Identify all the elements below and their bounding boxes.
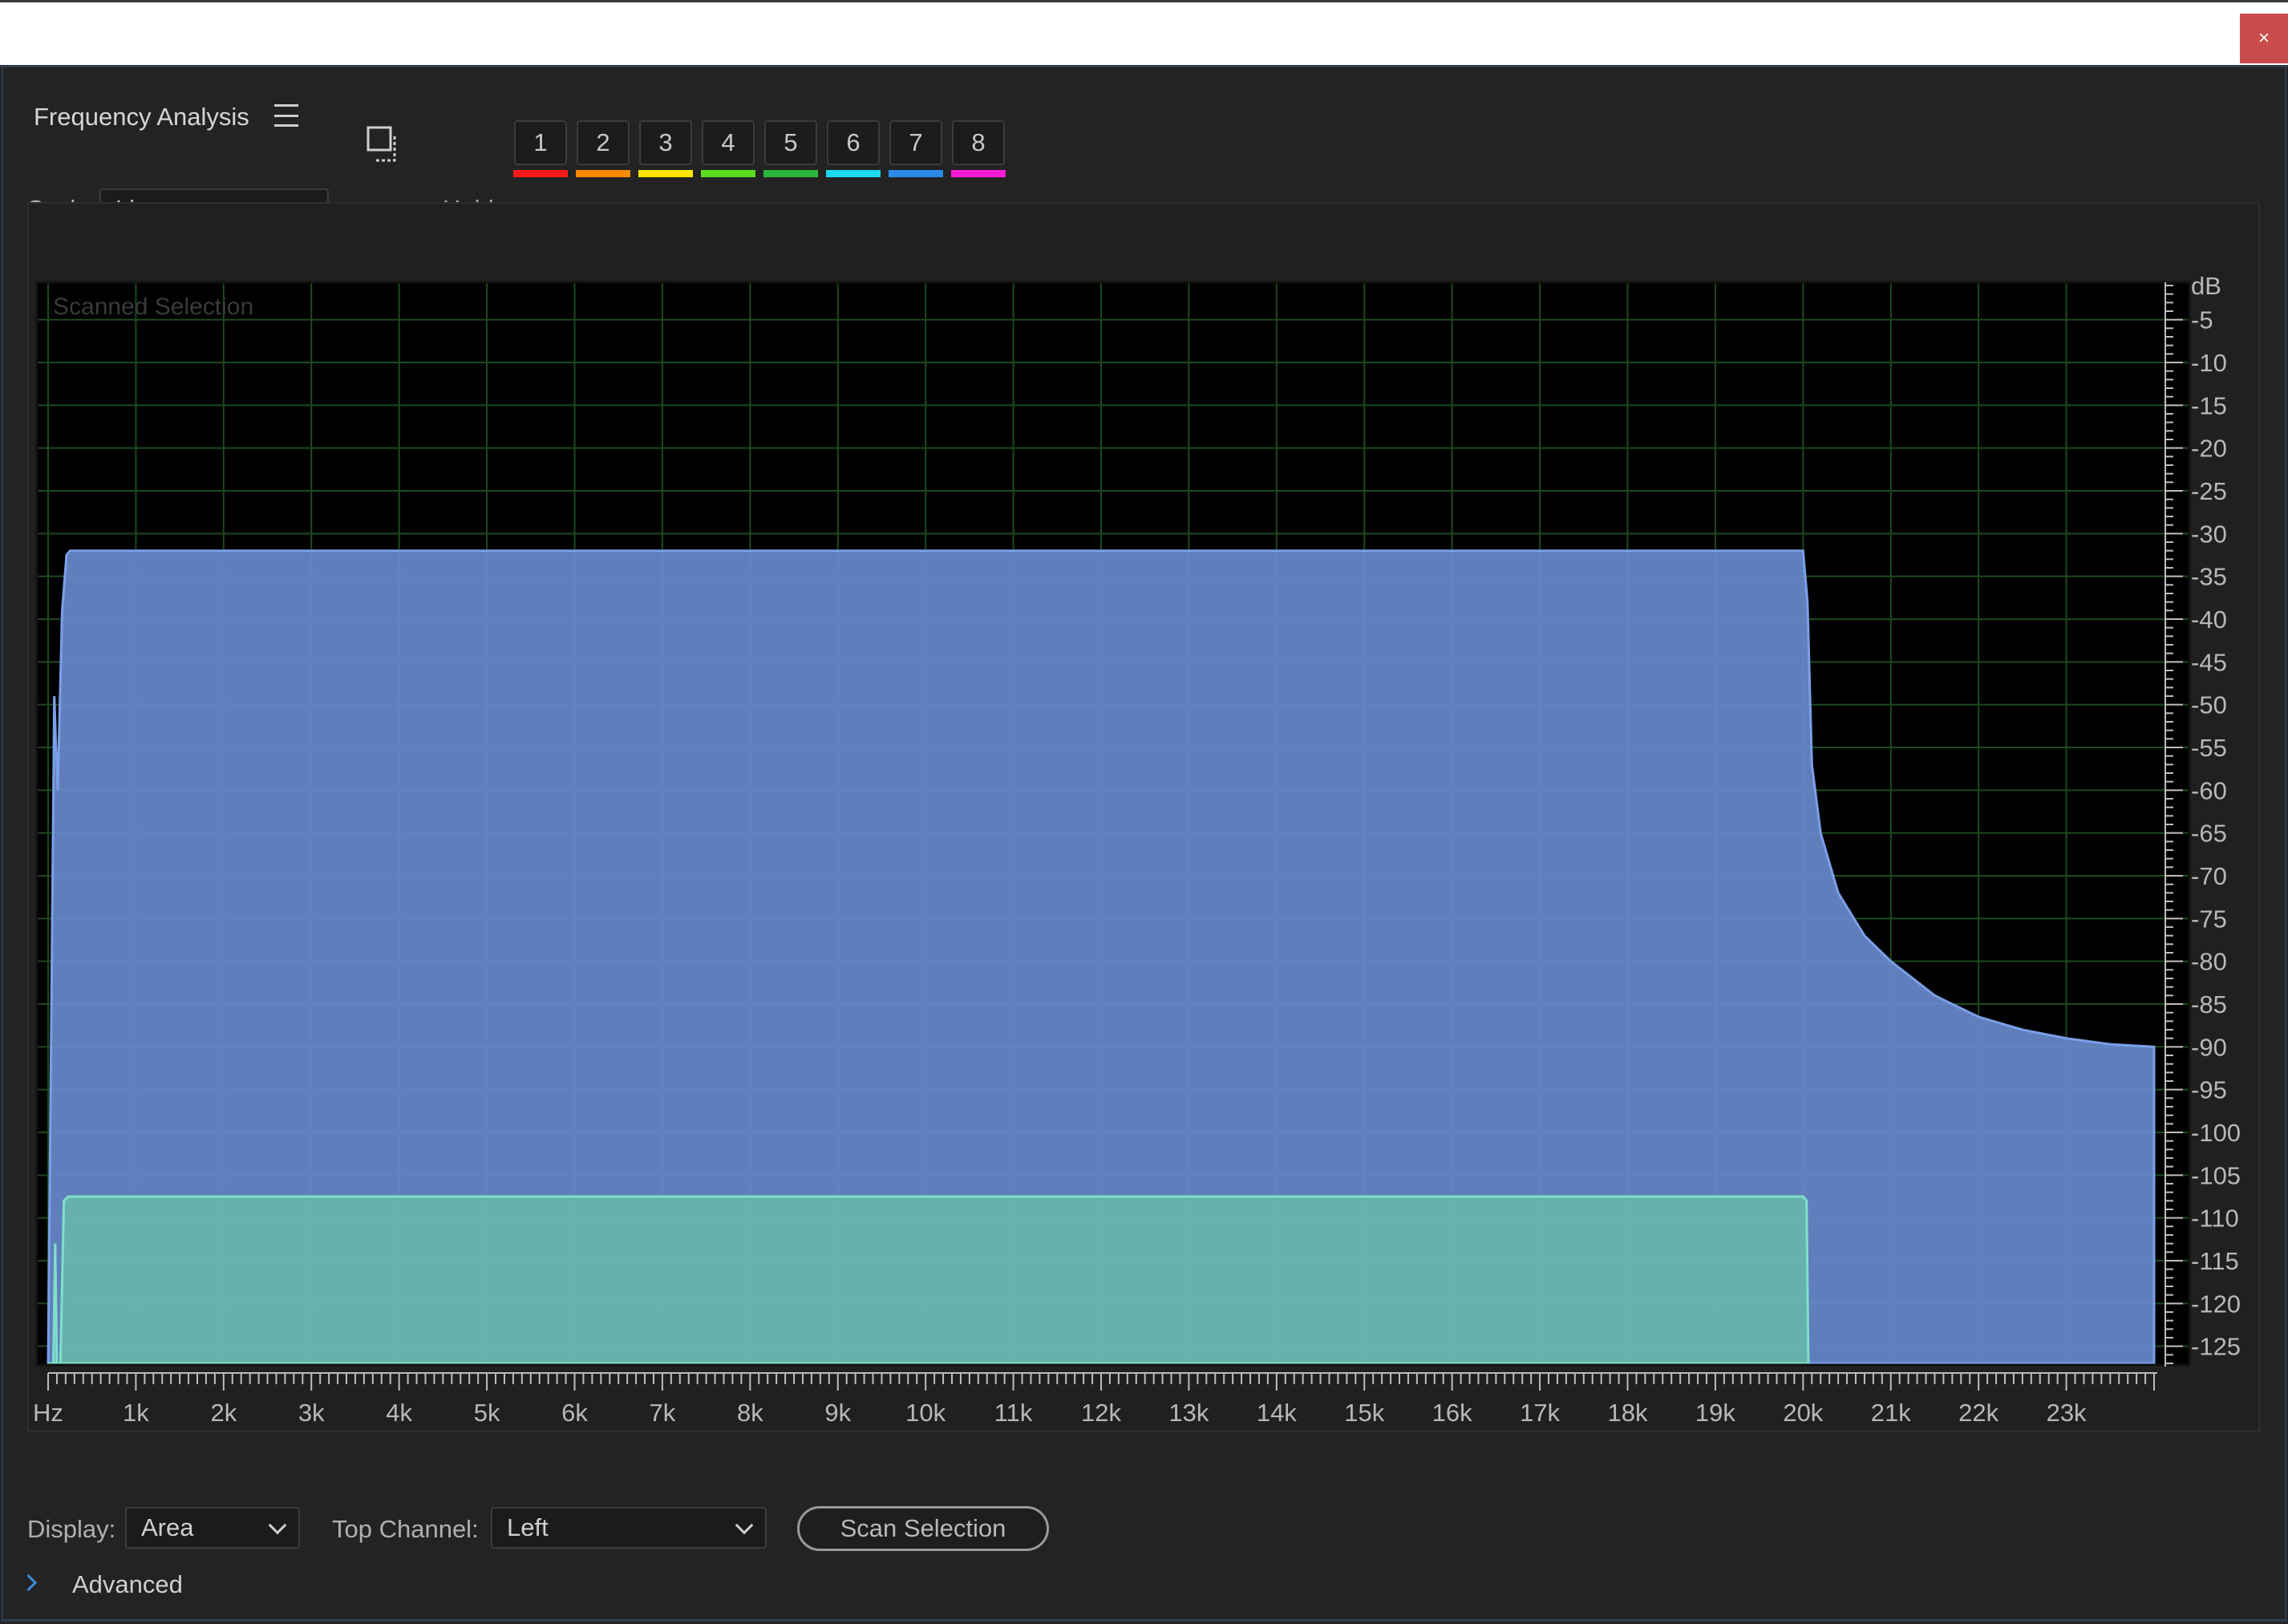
y-tick-label: -70 — [2191, 862, 2227, 890]
x-tick-label: 14k — [1257, 1399, 1297, 1427]
top-channel-dropdown-value: Left — [507, 1513, 549, 1541]
x-tick-label: 6k — [561, 1399, 588, 1427]
y-tick-label: -100 — [2191, 1119, 2241, 1147]
y-tick-label: -105 — [2191, 1161, 2241, 1189]
scanned-selection-label: Scanned Selection — [53, 294, 253, 320]
x-tick-label: 2k — [210, 1399, 237, 1427]
y-tick-label: -55 — [2191, 734, 2227, 762]
display-label: Display: — [27, 1515, 116, 1543]
y-tick-label: -10 — [2191, 349, 2227, 377]
y-tick-label: -25 — [2191, 477, 2227, 505]
x-tick-label: 10k — [905, 1399, 946, 1427]
y-tick-label: -30 — [2191, 520, 2227, 548]
scan-selection-button[interactable]: Scan Selection — [797, 1506, 1049, 1551]
x-tick-label: 16k — [1432, 1399, 1472, 1427]
x-tick-label: 12k — [1081, 1399, 1121, 1427]
x-tick-label: 5k — [474, 1399, 500, 1427]
y-tick-label: -45 — [2191, 648, 2227, 676]
display-dropdown-value: Area — [141, 1513, 194, 1541]
chevron-down-icon — [735, 1516, 754, 1535]
x-tick-label: 11k — [994, 1399, 1033, 1427]
x-tick-label: 4k — [386, 1399, 412, 1427]
x-tick-label: 23k — [2047, 1399, 2087, 1427]
x-tick-label: 22k — [1958, 1399, 1998, 1427]
x-tick-label: 13k — [1168, 1399, 1209, 1427]
x-tick-label: 1k — [123, 1399, 149, 1427]
x-tick-label: 21k — [1871, 1399, 1911, 1427]
y-tick-label: -65 — [2191, 820, 2227, 848]
y-tick-label: -110 — [2191, 1205, 2239, 1233]
y-tick-label: -15 — [2191, 391, 2227, 419]
y-tick-label: -40 — [2191, 605, 2227, 634]
x-tick-label: 7k — [650, 1399, 676, 1427]
y-tick-label: dB — [2191, 272, 2221, 300]
x-tick-label: 3k — [298, 1399, 325, 1427]
y-tick-label: -80 — [2191, 948, 2227, 976]
x-tick-label: 17k — [1520, 1399, 1560, 1427]
y-tick-label: -60 — [2191, 776, 2227, 804]
y-tick-label: -120 — [2191, 1290, 2241, 1318]
y-tick-label: -115 — [2191, 1247, 2239, 1275]
display-dropdown[interactable]: Area — [125, 1507, 300, 1549]
x-tick-label: Hz — [33, 1399, 63, 1427]
y-tick-label: -75 — [2191, 905, 2227, 933]
x-tick-label: 15k — [1344, 1399, 1384, 1427]
top-channel-label: Top Channel: — [332, 1515, 479, 1543]
y-tick-label: -90 — [2191, 1033, 2227, 1061]
x-tick-label: 9k — [824, 1399, 851, 1427]
x-tick-label: 18k — [1608, 1399, 1648, 1427]
advanced-toggle[interactable]: Advanced — [72, 1570, 183, 1599]
x-tick-label: 8k — [737, 1399, 763, 1427]
x-tick-label: 20k — [1783, 1399, 1823, 1427]
x-tick-label: 19k — [1695, 1399, 1735, 1427]
top-channel-dropdown[interactable]: Left — [491, 1507, 767, 1549]
y-tick-label: -5 — [2191, 306, 2213, 334]
y-tick-label: -50 — [2191, 691, 2227, 719]
chevron-down-icon — [268, 1516, 287, 1535]
frequency-graph[interactable]: Scanned Selection dB -5 -10 -15 -20 -25 -30 -35 -… — [0, 0, 2288, 1452]
spectrum-area-2 — [48, 1195, 1810, 1365]
y-tick-label: -35 — [2191, 563, 2227, 591]
y-tick-label: -95 — [2191, 1076, 2227, 1104]
y-tick-label: -20 — [2191, 435, 2227, 463]
y-tick-label: -125 — [2191, 1333, 2241, 1361]
y-tick-label: -85 — [2191, 990, 2227, 1019]
